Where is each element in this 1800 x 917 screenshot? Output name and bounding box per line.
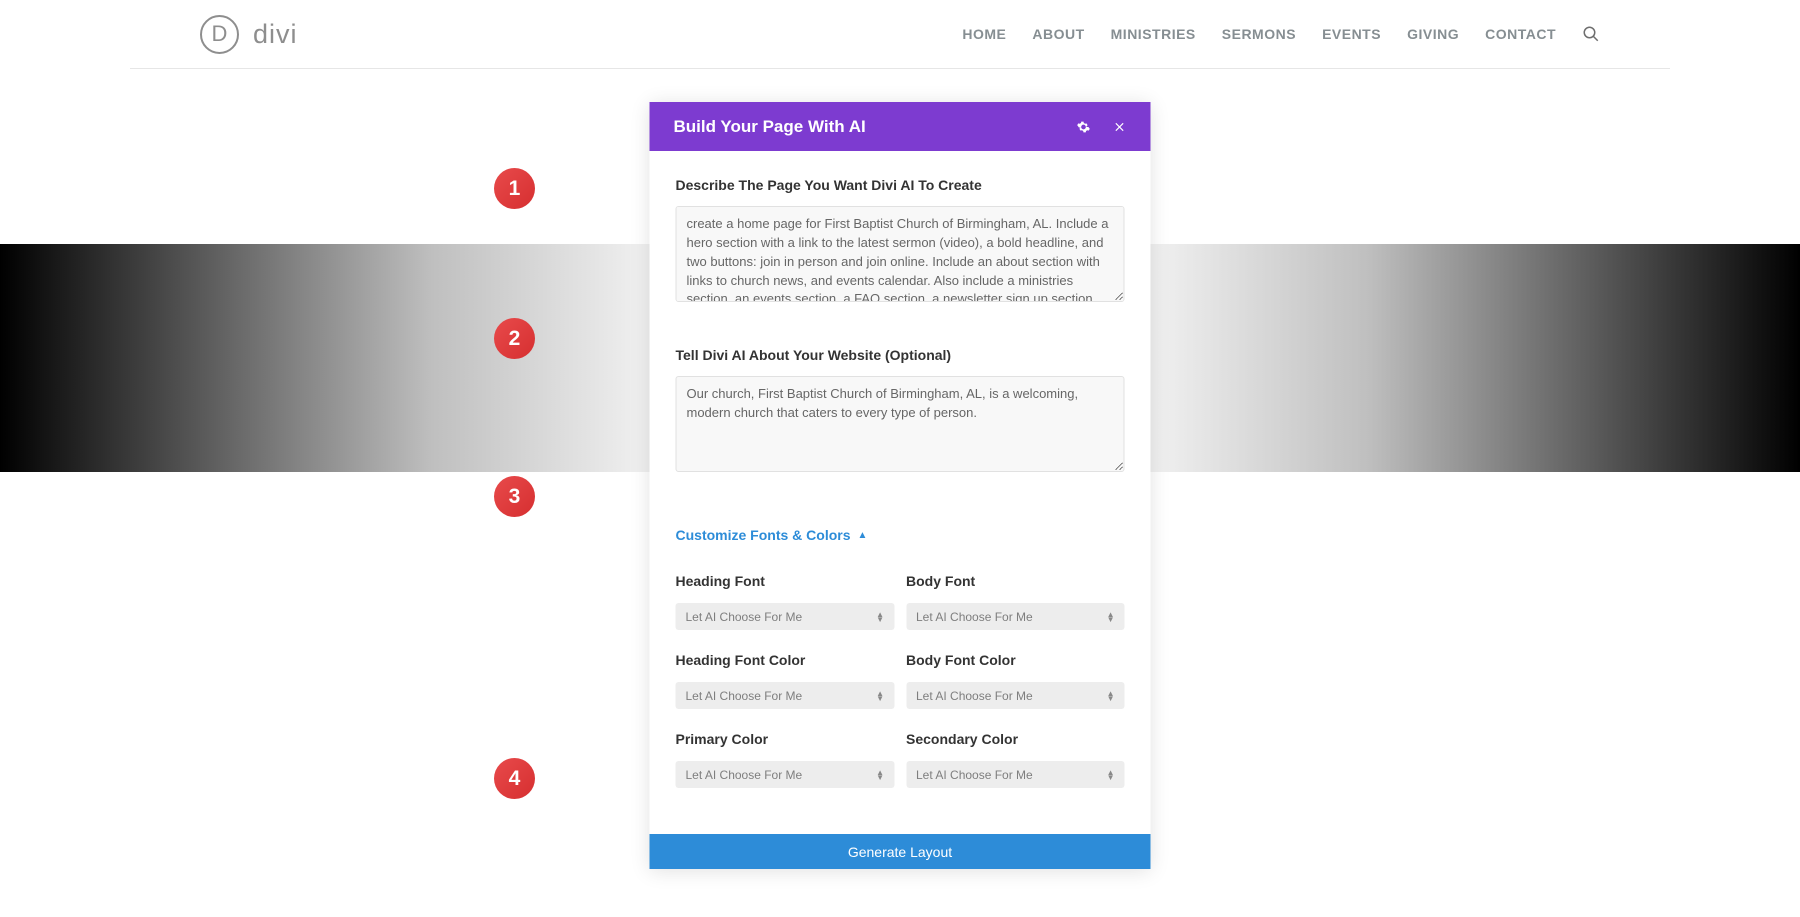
annotation-badge-2: 2 <box>494 318 535 359</box>
select-arrows-icon: ▲▼ <box>1107 612 1115 622</box>
main-nav: HOME ABOUT MINISTRIES SERMONS EVENTS GIV… <box>962 25 1600 43</box>
body-font-color-label: Body Font Color <box>906 652 1125 668</box>
ai-modal: Build Your Page With AI Describe The Pag… <box>650 102 1151 869</box>
modal-header: Build Your Page With AI <box>650 102 1151 151</box>
nav-events[interactable]: EVENTS <box>1322 26 1381 42</box>
customize-label: Customize Fonts & Colors <box>676 527 851 543</box>
body-font-color-select[interactable]: Let AI Choose For Me ▲▼ <box>906 682 1125 709</box>
customize-toggle[interactable]: Customize Fonts & Colors ▲ <box>676 527 1125 543</box>
heading-font-color-select[interactable]: Let AI Choose For Me ▲▼ <box>676 682 895 709</box>
gear-icon[interactable] <box>1077 120 1091 134</box>
heading-font-color-label: Heading Font Color <box>676 652 895 668</box>
logo[interactable]: D divi <box>200 15 298 54</box>
select-arrows-icon: ▲▼ <box>876 691 884 701</box>
primary-color-select[interactable]: Let AI Choose For Me ▲▼ <box>676 761 895 788</box>
body-font-label: Body Font <box>906 573 1125 589</box>
logo-icon: D <box>200 15 239 54</box>
nav-contact[interactable]: CONTACT <box>1485 26 1556 42</box>
chevron-up-icon: ▲ <box>858 530 868 541</box>
nav-ministries[interactable]: MINISTRIES <box>1111 26 1196 42</box>
select-arrows-icon: ▲▼ <box>1107 770 1115 780</box>
nav-home[interactable]: HOME <box>962 26 1006 42</box>
nav-sermons[interactable]: SERMONS <box>1222 26 1296 42</box>
heading-font-select[interactable]: Let AI Choose For Me ▲▼ <box>676 603 895 630</box>
generate-layout-button[interactable]: Generate Layout <box>650 834 1151 869</box>
describe-textarea[interactable] <box>676 206 1125 302</box>
logo-letter: D <box>212 21 228 47</box>
modal-title: Build Your Page With AI <box>674 117 866 137</box>
nav-giving[interactable]: GIVING <box>1407 26 1459 42</box>
search-icon[interactable] <box>1582 25 1600 43</box>
nav-about[interactable]: ABOUT <box>1032 26 1084 42</box>
annotation-badge-1: 1 <box>494 168 535 209</box>
select-arrows-icon: ▲▼ <box>1107 691 1115 701</box>
select-arrows-icon: ▲▼ <box>876 612 884 622</box>
secondary-color-label: Secondary Color <box>906 731 1125 747</box>
close-icon[interactable] <box>1113 120 1127 134</box>
describe-label: Describe The Page You Want Divi AI To Cr… <box>676 177 1125 193</box>
tell-textarea[interactable] <box>676 376 1125 472</box>
tell-label: Tell Divi AI About Your Website (Optiona… <box>676 347 1125 363</box>
secondary-color-select[interactable]: Let AI Choose For Me ▲▼ <box>906 761 1125 788</box>
annotation-badge-3: 3 <box>494 476 535 517</box>
heading-font-label: Heading Font <box>676 573 895 589</box>
logo-text: divi <box>253 19 298 50</box>
primary-color-label: Primary Color <box>676 731 895 747</box>
annotation-badge-4: 4 <box>494 758 535 799</box>
body-font-select[interactable]: Let AI Choose For Me ▲▼ <box>906 603 1125 630</box>
site-header: D divi HOME ABOUT MINISTRIES SERMONS EVE… <box>130 0 1670 69</box>
select-arrows-icon: ▲▼ <box>876 770 884 780</box>
